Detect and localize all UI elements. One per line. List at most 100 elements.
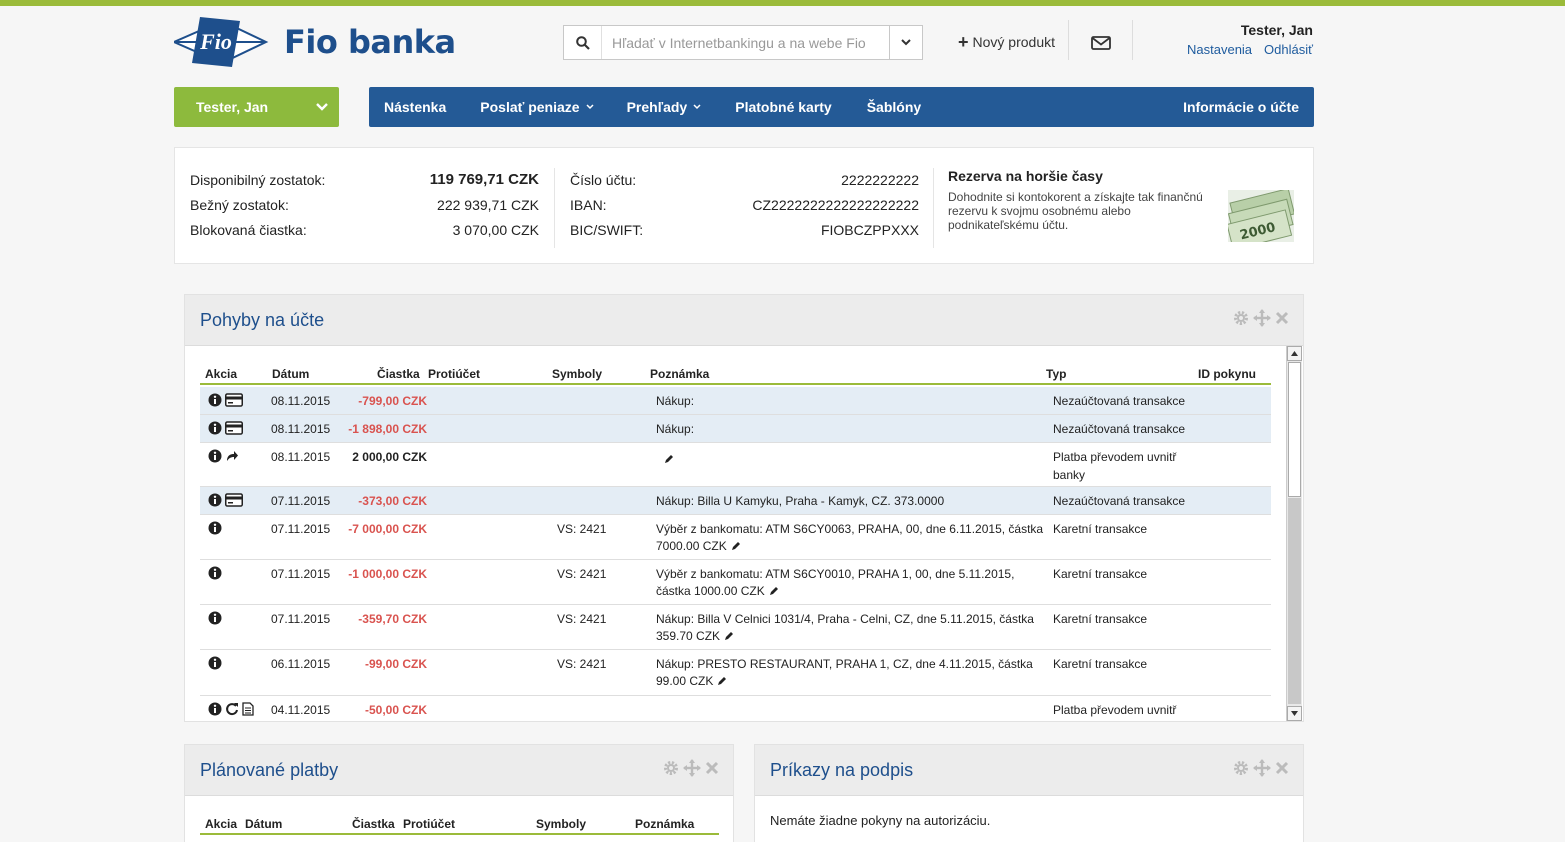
- info-icon[interactable]: [208, 656, 222, 670]
- info-icon[interactable]: [208, 566, 222, 580]
- transaction-row[interactable]: 08.11.2015 -799,00 CZK Nákup: Nezaúčtovaná …: [200, 387, 1271, 415]
- info-icon[interactable]: [208, 449, 222, 463]
- transaction-amount: -7 000,00 CZK: [348, 522, 427, 536]
- iban-value: CZ2222222222222222222: [752, 197, 919, 213]
- info-icon[interactable]: [208, 393, 222, 407]
- col-date[interactable]: Dátum: [272, 367, 309, 381]
- transaction-row[interactable]: 06.11.2015 -99,00 CZK VS: 2421 Nákup: PREST…: [200, 650, 1271, 696]
- overdraft-promo[interactable]: Rezerva na horšie časy Dohodnite si kont…: [948, 168, 1298, 242]
- search-scope-dropdown[interactable]: [889, 26, 922, 59]
- col-action[interactable]: Akcia: [205, 367, 237, 381]
- scroll-down-arrow[interactable]: [1287, 706, 1302, 721]
- note-text: Nákup: PRESTO RESTAURANT, PRAHA 1, CZ, d…: [656, 657, 1033, 688]
- info-icon[interactable]: [208, 521, 222, 535]
- col-amount[interactable]: Čiastka: [377, 367, 420, 381]
- widget-title: Plánované platby: [200, 760, 339, 780]
- nav-item-templates[interactable]: Šablóny: [867, 87, 921, 127]
- col-note[interactable]: Poznámka: [635, 817, 694, 831]
- settings-link[interactable]: Nastavenia: [1187, 42, 1252, 57]
- move-icon[interactable]: [683, 759, 701, 777]
- nav-item-overviews[interactable]: Prehľady: [627, 87, 702, 127]
- available-balance-label: Disponibilný zostatok:: [190, 172, 326, 188]
- move-icon[interactable]: [1253, 309, 1271, 327]
- col-symbols[interactable]: Symboly: [552, 367, 602, 381]
- note-text: Nákup: Billa V Celnici 1031/4, Praha - C…: [656, 612, 1034, 643]
- promo-text: Dohodnite si kontokorent a získajte tak …: [948, 190, 1203, 232]
- edit-pencil-icon[interactable]: [769, 586, 779, 596]
- nav-item-send-money[interactable]: Poslať peniaze: [480, 87, 594, 127]
- transaction-note: Nákup: Billa V Celnici 1031/4, Praha - C…: [656, 611, 1048, 645]
- transaction-row[interactable]: 04.11.2015 -50,00 CZK Platba převodem uvni…: [200, 696, 1271, 719]
- close-icon[interactable]: [1275, 761, 1289, 775]
- edit-pencil-icon[interactable]: [731, 541, 741, 551]
- transaction-row[interactable]: 07.11.2015 -7 000,00 CZK VS: 2421 Výběr z b…: [200, 515, 1271, 560]
- transaction-row[interactable]: 07.11.2015 -1 000,00 CZK VS: 2421 Výběr z b…: [200, 560, 1271, 605]
- scroll-track[interactable]: [1288, 498, 1301, 704]
- user-box: Tester, Jan Nastavenia Odhlásiť: [1175, 22, 1313, 57]
- col-note[interactable]: Poznámka: [650, 367, 709, 381]
- fio-banka-logo[interactable]: Fio Fio banka: [174, 16, 456, 68]
- move-icon[interactable]: [1253, 759, 1271, 777]
- info-icon[interactable]: [208, 493, 222, 507]
- nav-item-dashboard[interactable]: Nástenka: [384, 87, 446, 127]
- search-icon[interactable]: [564, 26, 602, 59]
- account-selector[interactable]: Tester, Jan: [174, 87, 339, 127]
- row-actions: [208, 449, 239, 463]
- col-order-id[interactable]: ID pokynu: [1198, 367, 1256, 381]
- col-symbols[interactable]: Symboly: [536, 817, 586, 831]
- info-icon[interactable]: [208, 421, 222, 435]
- movements-scrollbar[interactable]: [1286, 346, 1302, 721]
- bic-value: FIOBCZPPXXX: [820, 222, 919, 238]
- forward-arrow-icon[interactable]: [225, 450, 239, 462]
- col-type[interactable]: Typ: [1046, 367, 1066, 381]
- gear-icon[interactable]: [663, 760, 679, 776]
- transaction-amount: -50,00 CZK: [364, 703, 427, 717]
- card-icon[interactable]: [225, 493, 243, 507]
- card-icon[interactable]: [225, 393, 243, 407]
- col-date[interactable]: Dátum: [245, 817, 282, 831]
- search-input[interactable]: [602, 26, 889, 59]
- col-counter-account[interactable]: Protiúčet: [403, 817, 455, 831]
- document-icon[interactable]: [242, 702, 254, 716]
- edit-pencil-icon[interactable]: [717, 676, 727, 686]
- col-counter-account[interactable]: Protiúčet: [428, 367, 480, 381]
- edit-pencil-icon[interactable]: [664, 454, 674, 464]
- transaction-amount: -799,00 CZK: [358, 394, 427, 408]
- note-text: Nákup:: [656, 394, 695, 408]
- logo-text: Fio banka: [284, 23, 456, 61]
- mail-icon[interactable]: [1091, 35, 1111, 56]
- col-action[interactable]: Akcia: [205, 817, 237, 831]
- logout-link[interactable]: Odhlásiť: [1264, 42, 1313, 57]
- gear-icon[interactable]: [1233, 760, 1249, 776]
- transaction-type: Platba převodem uvnitř banky: [1053, 703, 1177, 717]
- scroll-up-arrow[interactable]: [1287, 346, 1302, 361]
- close-icon[interactable]: [1275, 311, 1289, 325]
- nav-item-account-info[interactable]: Informácie o účte: [1183, 87, 1299, 127]
- transaction-row[interactable]: 07.11.2015 -373,00 CZK Nákup: Billa U Kamy…: [200, 487, 1271, 515]
- row-actions: [208, 656, 222, 670]
- transaction-note: [660, 451, 1052, 468]
- transaction-date: 06.11.2015: [271, 657, 331, 671]
- transaction-amount: -373,00 CZK: [358, 494, 427, 508]
- scroll-thumb[interactable]: [1288, 362, 1301, 497]
- card-icon[interactable]: [225, 421, 243, 435]
- transaction-row[interactable]: 08.11.2015 2 000,00 CZK Platba převodem uv…: [200, 443, 1271, 487]
- info-icon[interactable]: [208, 611, 222, 625]
- transaction-symbols: VS: 2421: [557, 657, 607, 671]
- gear-icon[interactable]: [1233, 310, 1249, 326]
- repeat-icon[interactable]: [225, 702, 239, 716]
- movements-table-body: 08.11.2015 -799,00 CZK Nákup: Nezaúčtovaná …: [200, 387, 1271, 719]
- transaction-note: Nákup:: [656, 393, 1048, 410]
- transaction-row[interactable]: 07.11.2015 -359,70 CZK VS: 2421 Nákup: Bill…: [200, 605, 1271, 650]
- new-product-button[interactable]: + Nový produkt: [958, 33, 1055, 51]
- info-icon[interactable]: [208, 702, 222, 716]
- close-icon[interactable]: [705, 761, 719, 775]
- col-amount[interactable]: Čiastka: [352, 817, 395, 831]
- transaction-row[interactable]: 08.11.2015 -1 898,00 CZK Nákup: Nezaúčtovan…: [200, 415, 1271, 443]
- transaction-type: Nezaúčtovaná transakce: [1053, 422, 1186, 436]
- account-number-value: 2222222222: [841, 172, 919, 188]
- nav-item-payment-cards[interactable]: Platobné karty: [735, 87, 831, 127]
- edit-pencil-icon[interactable]: [724, 631, 734, 641]
- balance-panel: Disponibilný zostatok: 119 769,71 CZK Bež…: [174, 147, 1314, 264]
- transaction-note: Nákup: PRESTO RESTAURANT, PRAHA 1, CZ, d…: [656, 656, 1048, 690]
